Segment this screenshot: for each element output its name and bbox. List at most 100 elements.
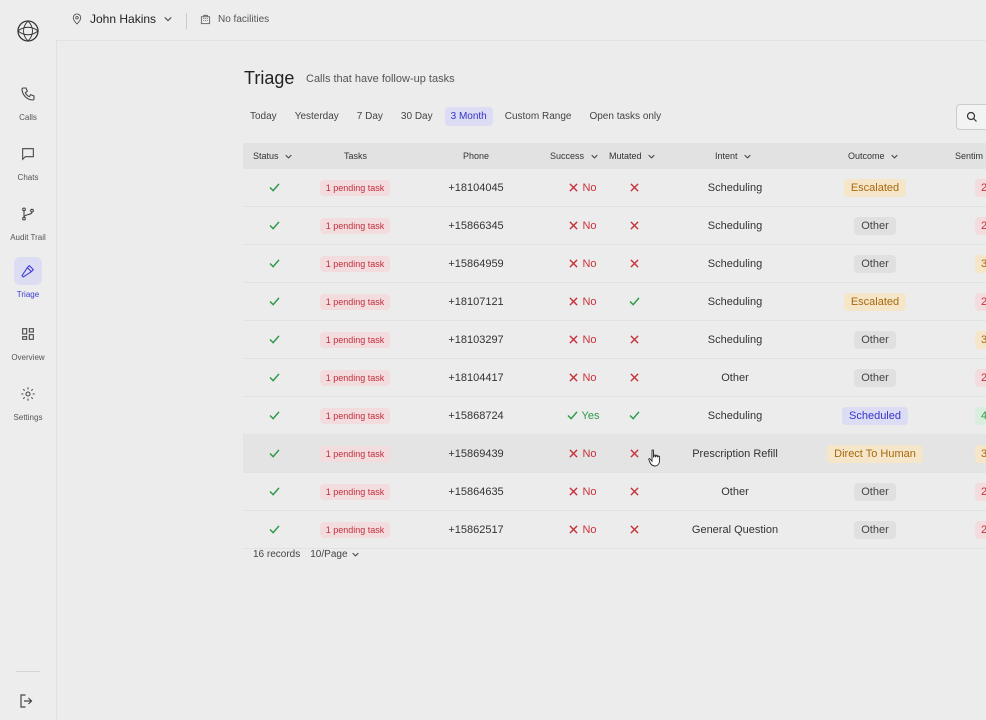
pending-task-badge[interactable]: 1 pending task [319,217,391,234]
sentiment-badge: 2 [975,216,986,235]
column-label: Mutated [609,151,642,161]
table-row[interactable]: 1 pending task +15864959 No Scheduling Other… [243,245,986,283]
pending-task-badge[interactable]: 1 pending task [319,331,391,348]
table-row[interactable]: 1 pending task +18104045 No Scheduling Escal… [243,169,986,207]
pending-task-badge[interactable]: 1 pending task [319,445,391,462]
phone-number: +15864635 [448,485,504,498]
success-indicator: No [569,448,597,460]
column-header-success[interactable]: Success [550,143,598,169]
tasks-cell: 1 pending task [305,473,405,510]
filter-custom-range[interactable]: Custom Range [499,107,578,126]
sidebar-item-chats[interactable]: Chats [0,140,56,182]
column-header-sentiment[interactable]: Sentim [955,143,983,169]
table-row[interactable]: 1 pending task +15862517 No General Questio… [243,511,986,549]
phone-number: +18103297 [448,333,504,346]
column-label: Sentim [955,151,984,161]
outcome-cell: Escalated [795,283,955,320]
intent-cell: Scheduling [655,169,815,206]
outcome-badge: Other [854,330,896,349]
pending-task-badge[interactable]: 1 pending task [319,293,391,310]
phone-cell: +15864959 [411,245,541,282]
filter-open-tasks-only[interactable]: Open tasks only [583,107,667,126]
page-size-select[interactable]: 10/Page [310,549,359,560]
filter-7-day[interactable]: 7 Day [351,107,389,126]
pending-task-badge[interactable]: 1 pending task [319,255,391,272]
logout-icon[interactable] [18,692,36,710]
chevron-down-icon [648,154,655,159]
table-row[interactable]: 1 pending task +15869439 No Prescription Re… [243,435,986,473]
sidebar-item-label: Chats [17,173,39,182]
app-logo-icon[interactable] [16,19,40,43]
check-icon [268,487,280,496]
sidebar-item-settings[interactable]: Settings [0,380,56,422]
filter-30-day[interactable]: 30 Day [395,107,439,126]
tasks-cell: 1 pending task [305,283,405,320]
pending-task-badge[interactable]: 1 pending task [319,521,391,538]
table-row[interactable]: 1 pending task +15864635 No Other Other 2 [243,473,986,511]
intent-value: Prescription Refill [692,447,778,460]
sidebar-item-audit-trail[interactable]: Audit Trail [0,200,56,242]
filter-yesterday[interactable]: Yesterday [289,107,345,126]
pending-task-badge[interactable]: 1 pending task [319,179,391,196]
success-value: No [582,371,597,384]
user-selector[interactable]: John Hakins [72,12,172,26]
intent-cell: Scheduling [655,397,815,434]
hand-cursor-icon [648,449,660,467]
tasks-cell: 1 pending task [305,245,405,282]
intent-value: Scheduling [707,219,763,232]
sentiment-badge: 2 [975,482,986,501]
chat-icon [22,148,34,161]
sidebar-item-triage[interactable]: Triage [0,257,56,299]
column-header-status[interactable]: Status [253,143,292,169]
table-row[interactable]: 1 pending task +18103297 No Scheduling Other… [243,321,986,359]
outcome-badge: Scheduled [842,406,908,425]
pending-task-badge[interactable]: 1 pending task [319,369,391,386]
status-cell [243,321,305,358]
table-header: Status Tasks Phone Success Mutated Inten… [243,143,986,169]
sentiment-cell: 2 [975,169,986,206]
success-indicator: No [569,371,597,384]
filter-3-month[interactable]: 3 Month [444,106,493,126]
outcome-badge: Other [854,216,896,235]
chevron-down-icon [744,154,751,159]
facility-label: No facilities [218,14,270,25]
table-row[interactable]: 1 pending task +15866345 No Scheduling Other… [243,207,986,245]
column-header-intent[interactable]: Intent [715,143,751,169]
sentiment-cell: 2 [975,473,986,510]
column-header-outcome[interactable]: Outcome [848,143,898,169]
sentiment-cell: 2 [975,207,986,244]
sentiment-cell: 2 [975,359,986,396]
table-row[interactable]: 1 pending task +18104417 No Other Other 2 [243,359,986,397]
pending-task-badge[interactable]: 1 pending task [319,483,391,500]
check-icon [268,221,280,230]
intent-cell: Scheduling [655,245,815,282]
sidebar-item-label: Overview [11,353,45,362]
table-row[interactable]: 1 pending task +15868724 Yes Scheduling Sche… [243,397,986,435]
filter-today[interactable]: Today [244,107,283,126]
pending-task-badge[interactable]: 1 pending task [319,407,391,424]
column-label: Tasks [344,151,368,161]
sentiment-badge: 3 [975,444,986,463]
sentiment-badge: 4 [975,406,986,425]
sidebar-item-calls[interactable]: Calls [0,80,56,122]
status-cell [243,359,305,396]
check-icon [567,411,578,420]
tasks-cell: 1 pending task [305,511,405,548]
success-indicator: No [569,486,597,498]
column-header-mutated[interactable]: Mutated [609,143,655,169]
check-icon [268,259,280,268]
sentiment-cell: 2 [975,283,986,320]
check-icon [268,411,280,420]
tasks-cell: 1 pending task [305,359,405,396]
sidebar-item-overview[interactable]: Overview [0,320,56,362]
facility-indicator[interactable]: No facilities [200,14,269,25]
phone-cell: +15864635 [411,473,541,510]
phone-cell: +15862517 [411,511,541,548]
intent-value: Scheduling [707,181,763,194]
sentiment-badge: 3 [975,330,986,349]
table-row[interactable]: 1 pending task +18107121 No Scheduling Escal… [243,283,986,321]
search-icon [966,111,977,122]
search-button[interactable] [956,104,986,130]
outcome-badge: Other [854,482,896,501]
tasks-cell: 1 pending task [305,435,405,472]
